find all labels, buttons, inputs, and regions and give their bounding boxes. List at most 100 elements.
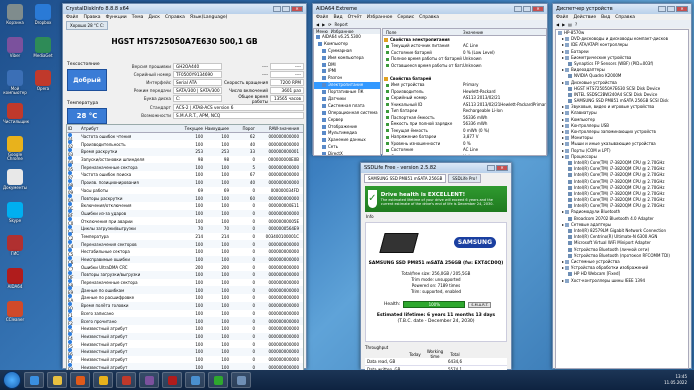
menu-item[interactable]: Правка — [83, 15, 100, 20]
tree-item[interactable]: Сеть — [314, 144, 380, 151]
table-row[interactable]: F6 Неизвестный атрибут 100 100 0 000000000000 — [67, 347, 303, 357]
menu-item[interactable]: Отчёт — [348, 15, 362, 20]
tree-item[interactable]: DirectX — [314, 151, 380, 155]
expand-arrow-icon[interactable]: ▸ — [562, 209, 564, 214]
tree-item[interactable]: Электропитание — [314, 82, 380, 90]
taskbar-app-media[interactable] — [70, 372, 90, 388]
table-row[interactable]: C5 Нестабильные сектора 100 100 0 00000000000… — [67, 247, 303, 257]
back-icon[interactable]: ◀ — [316, 22, 319, 27]
expand-arrow-icon[interactable]: ▸ — [562, 135, 564, 140]
menu-item[interactable]: Тема — [132, 15, 144, 20]
tree-item[interactable]: Суммарная — [314, 48, 380, 55]
minimize-button[interactable] — [273, 6, 281, 12]
close-button[interactable]: ✕ — [291, 6, 303, 12]
menu-item[interactable]: Диск — [148, 15, 160, 20]
table-row[interactable]: Имя устройства Primary — [383, 82, 546, 89]
col-threshold[interactable]: Порог — [229, 126, 255, 131]
col-attribute[interactable]: Атрибут — [77, 126, 177, 131]
expand-arrow-icon[interactable]: ▸ — [562, 49, 564, 54]
desktop-shortcut[interactable]: Чистильщик — [3, 103, 29, 124]
desktop-shortcut[interactable]: Google Chrome — [3, 136, 27, 162]
table-row[interactable]: BF Ошибки из-за ударов 100 100 0 000000000000 — [67, 209, 303, 218]
expand-arrow-icon[interactable]: ▸ — [562, 55, 564, 60]
maximize-button[interactable] — [523, 6, 531, 12]
tree-item[interactable]: Хранение данных — [314, 137, 380, 144]
col-field[interactable]: Поле — [383, 30, 463, 35]
table-row[interactable]: C1 Циклы загрузки/выгрузки 70 70 0 0000000564… — [67, 224, 303, 234]
expand-arrow-icon[interactable]: ▸ — [562, 141, 564, 146]
desktop-shortcut[interactable]: Документы — [3, 169, 27, 190]
col-id[interactable]: ID — [67, 126, 77, 131]
properties-icon[interactable]: ▤ — [568, 22, 572, 27]
tree-item[interactable]: AIDA64 v6.25.5300 — [314, 34, 380, 41]
expand-arrow-icon[interactable]: ▸ — [562, 259, 564, 264]
desktop-shortcut[interactable]: Мой компьютер — [3, 70, 27, 96]
minimize-button[interactable] — [658, 6, 666, 12]
table-row[interactable]: F1 Всего записано 100 100 0 000000000000 — [67, 309, 303, 318]
table-row[interactable]: C6 Неисправимые ошибки 100 100 0 000000000000 — [67, 255, 303, 265]
col-value[interactable]: Значение — [463, 30, 483, 35]
menu-item[interactable]: Файл — [66, 15, 78, 20]
minimize-button[interactable] — [487, 165, 495, 171]
desktop-shortcut[interactable]: Корзина — [3, 4, 27, 25]
forward-icon[interactable]: ▶ — [322, 22, 325, 27]
table-row[interactable]: 0C Включения/отключения 100 100 0 000000000E1… — [67, 201, 303, 211]
menu-item[interactable]: Язык(Language) — [190, 15, 228, 20]
taskbar-app-crystaldisk[interactable] — [185, 372, 205, 388]
table-row[interactable]: Уровень изношенности 0 % — [383, 140, 546, 147]
expand-arrow-icon[interactable]: ▸ — [562, 148, 564, 153]
table-row[interactable]: Скорость зарядки Unknown — [383, 153, 546, 155]
table-row[interactable]: C2 Температура 214 214 0 003400100001C — [67, 232, 303, 241]
expand-arrow-icon[interactable]: ▸ — [562, 42, 564, 47]
refresh-icon[interactable]: ⟳ — [328, 22, 331, 27]
table-row[interactable]: Паспортная ёмкость 56336 mWh — [383, 114, 546, 121]
table-row[interactable]: F5 Неизвестный атрибут 100 100 0 000000000000 — [67, 340, 303, 349]
maximize-button[interactable] — [282, 6, 290, 12]
taskbar-app-aida64[interactable] — [162, 372, 182, 388]
title-bar[interactable]: Диспетчер устройств ✕ — [553, 4, 691, 14]
tree-item[interactable]: Мультимедиа — [314, 130, 380, 137]
report-button[interactable]: Report — [335, 22, 348, 27]
tree-item[interactable]: Разгон — [314, 75, 380, 82]
expand-arrow-icon[interactable]: ▸ — [562, 36, 564, 41]
expand-arrow-icon[interactable]: ▸ — [562, 278, 564, 283]
menu-item[interactable]: Вид — [601, 15, 610, 20]
table-row[interactable]: F4 Неизвестный атрибут 100 100 0 000000000000 — [67, 332, 303, 341]
expand-arrow-icon[interactable]: ▸ — [562, 117, 564, 122]
drive-tab[interactable]: Хорошо 28 °C C: — [66, 21, 109, 30]
close-button[interactable]: ✕ — [676, 6, 688, 12]
desktop-shortcut[interactable]: CCleaner — [3, 301, 27, 322]
system-clock[interactable]: 13:45 11.05.2022 — [664, 374, 691, 386]
table-row[interactable]: 0A Повторы раскрутки 100 100 60 000000000000 — [67, 194, 303, 203]
table-row[interactable]: Тип батареи Rechargeable Li-Ion — [383, 108, 546, 115]
table-row[interactable]: E8 Переназначенные сектора 100 100 0 00000000… — [67, 278, 303, 288]
maximize-button[interactable] — [667, 6, 675, 12]
tree-item[interactable]: Компьютер — [314, 41, 380, 48]
menu-item[interactable]: Справка — [419, 15, 439, 20]
table-row[interactable]: F3 Неизвестный атрибут 100 100 0 000000000000 — [67, 324, 303, 334]
menu-item[interactable]: Действие — [573, 15, 596, 20]
menu-item[interactable]: Файл — [556, 15, 568, 20]
taskbar-app-devmgr[interactable] — [231, 372, 251, 388]
menu-item[interactable]: Справка — [165, 15, 185, 20]
col-current[interactable]: Текущее — [177, 126, 203, 131]
menu-item[interactable]: Файл — [316, 15, 328, 20]
desktop-shortcut[interactable]: ГИС — [3, 235, 27, 256]
tab-ssdlife-pro[interactable]: SSDLife Pro! — [448, 174, 481, 183]
table-row[interactable]: Текущая ёмкость 0 mWh (0 %) — [383, 127, 546, 134]
table-row[interactable]: Ёмкость при полной зарядке 56336 mWh — [383, 121, 546, 128]
desktop-shortcut[interactable]: AIDA64 — [3, 268, 27, 289]
table-row[interactable]: 03 Время раскрутки 253 253 33 000000000001 — [67, 147, 303, 157]
taskbar-app-viber[interactable] — [139, 372, 159, 388]
table-row[interactable]: 09 Часы работы 69 69 0 000000034FD — [67, 186, 303, 195]
table-row[interactable]: Оставшееся время работы от батарейUnknow… — [383, 62, 546, 69]
table-row[interactable]: Состояние батарей 0 % (Low Level) — [383, 49, 546, 56]
table-row[interactable]: EA Данные по расшифровке 100 100 0 0000000000… — [67, 293, 303, 303]
expand-arrow-icon[interactable]: ▸ — [562, 67, 564, 72]
tree-item[interactable]: Сервер — [314, 117, 380, 124]
tab-drive[interactable]: SAMSUNG SSD PM851 mSATA 256GB — [364, 174, 447, 183]
col-raw[interactable]: RAW-значения — [255, 126, 301, 131]
table-row[interactable]: 04 Запуски/остановки шпинделя 98 98 0 0000000… — [67, 155, 303, 165]
expand-arrow-icon[interactable]: ▸ — [562, 110, 564, 115]
health-status-badge[interactable]: Добрый — [67, 69, 107, 91]
